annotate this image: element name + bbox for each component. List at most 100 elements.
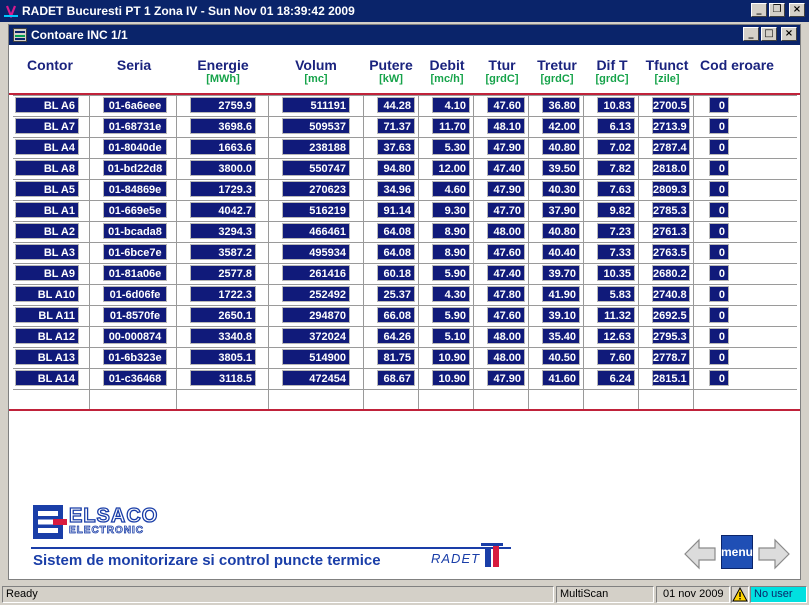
table-row[interactable]: BL A4 01-8040de 1663.6 238188 37.63 5.30 47.90…: [9, 137, 800, 158]
table-cell: BL A8: [15, 160, 79, 176]
table-cell: 4.10: [432, 97, 470, 113]
child-close-button[interactable]: ×: [781, 27, 797, 41]
table-cell: 294870: [282, 307, 350, 323]
table-cell: 39.70: [542, 265, 580, 281]
table-cell: 10.90: [432, 349, 470, 365]
table-row[interactable]: BL A2 01-bcada8 3294.3 466461 64.08 8.90 48.00…: [9, 221, 800, 242]
table-cell: 1729.3: [190, 181, 256, 197]
table-cell: 91.14: [377, 202, 415, 218]
table-cell: 2577.8: [190, 265, 256, 281]
table-cell: BL A13: [15, 349, 79, 365]
app-title-bar[interactable]: RADET Bucuresti PT 1 Zona IV - Sun Nov 0…: [0, 0, 809, 22]
table-cell: 12.63: [597, 328, 635, 344]
table-cell: 25.37: [377, 286, 415, 302]
table-bottom-divider: [9, 409, 800, 411]
table-cell: BL A1: [15, 202, 79, 218]
menu-button[interactable]: menu: [721, 535, 753, 569]
arrow-right-icon[interactable]: [757, 537, 791, 571]
status-bar: Ready MultiScan 01 nov 2009 No user: [0, 584, 809, 605]
column-header-unit: [mc/h]: [430, 73, 464, 85]
table-cell: 64.08: [377, 244, 415, 260]
table-cell: 0: [709, 328, 729, 344]
table-row[interactable]: BL A5 01-84869e 1729.3 270623 34.96 4.60 47.90…: [9, 179, 800, 200]
table-cell: 9.82: [597, 202, 635, 218]
table-row[interactable]: BL A12 00-000874 3340.8 372024 64.26 5.10 48.0…: [9, 326, 800, 347]
table-cell: 40.80: [542, 223, 580, 239]
table-cell: 01-84869e: [103, 181, 167, 197]
table-cell: 0: [709, 265, 729, 281]
table-cell: 3340.8: [190, 328, 256, 344]
table-cell: 11.70: [432, 118, 470, 134]
table-cell: BL A2: [15, 223, 79, 239]
table-cell: 252492: [282, 286, 350, 302]
table-cell: 47.60: [487, 97, 525, 113]
table-cell: 2650.1: [190, 307, 256, 323]
warning-icon: [731, 586, 749, 603]
table-cell: 42.00: [542, 118, 580, 134]
table-cell: 44.28: [377, 97, 415, 113]
child-window-controls: _ □ ×: [743, 27, 797, 41]
table-cell: BL A10: [15, 286, 79, 302]
table-cell: 01-bd22d8: [103, 160, 167, 176]
status-mode: MultiScan: [556, 586, 654, 603]
table-row[interactable]: BL A3 01-6bce7e 3587.2 495934 64.08 8.90 47.60…: [9, 242, 800, 263]
table-cell: 01-6d06fe: [103, 286, 167, 302]
table-cell: 516219: [282, 202, 350, 218]
table-cell: 81.75: [377, 349, 415, 365]
column-header-unit: [MWh]: [206, 73, 240, 85]
child-minimize-button[interactable]: _: [743, 27, 759, 41]
table-row[interactable]: BL A10 01-6d06fe 1722.3 252492 25.37 4.30 47.8…: [9, 284, 800, 305]
table-row[interactable]: BL A1 01-669e5e 4042.7 516219 91.14 9.30 47.70…: [9, 200, 800, 221]
table-cell: 60.18: [377, 265, 415, 281]
table-cell: 7.33: [597, 244, 635, 260]
table-cell: 7.23: [597, 223, 635, 239]
contoare-title-bar[interactable]: Contoare INC 1/1 _ □ ×: [9, 25, 800, 45]
column-header: Tfunct [zile]: [639, 57, 695, 86]
table-cell: BL A7: [15, 118, 79, 134]
table-cell: 48.00: [487, 349, 525, 365]
column-header: Cod eroare: [695, 57, 779, 73]
table-row[interactable]: BL A13 01-6b323e 3805.1 514900 81.75 10.90 48.…: [9, 347, 800, 368]
table-row[interactable]: BL A6 01-6a6eee 2759.9 511191 44.28 4.10 47.60…: [9, 95, 800, 116]
table-cell: 41.60: [542, 370, 580, 386]
table-cell: 10.90: [432, 370, 470, 386]
table-cell: 47.40: [487, 160, 525, 176]
table-row[interactable]: BL A9 01-81a06e 2577.8 261416 60.18 5.90 47.40…: [9, 263, 800, 284]
table-cell: 3294.3: [190, 223, 256, 239]
minimize-button[interactable]: _: [751, 3, 767, 17]
status-user: No user: [750, 586, 807, 603]
table-cell: 01-68731e: [103, 118, 167, 134]
table-cell: 3698.6: [190, 118, 256, 134]
table-cell: 48.00: [487, 223, 525, 239]
table-cell: 6.24: [597, 370, 635, 386]
column-header: Seria: [91, 57, 177, 73]
contoare-window: Contoare INC 1/1 _ □ × Contor Seria Energi…: [8, 24, 801, 580]
table-cell: 5.83: [597, 286, 635, 302]
column-header-label: Contor: [27, 57, 73, 73]
arrow-left-icon[interactable]: [683, 537, 717, 571]
table-row[interactable]: BL A11 01-8570fe 2650.1 294870 66.08 5.90 47.6…: [9, 305, 800, 326]
app-title: RADET Bucuresti PT 1 Zona IV - Sun Nov 0…: [22, 4, 355, 18]
table-row[interactable]: BL A14 01-c36468 3118.5 472454 68.67 10.90 47.…: [9, 368, 800, 389]
table-cell: 48.10: [487, 118, 525, 134]
table-cell: BL A14: [15, 370, 79, 386]
table-row[interactable]: BL A7 01-68731e 3698.6 509537 71.37 11.70 48.1…: [9, 116, 800, 137]
table-cell: 34.96: [377, 181, 415, 197]
column-header-unit: [zile]: [654, 73, 680, 85]
column-header-unit: [mc]: [304, 73, 328, 85]
table-cell: 47.40: [487, 265, 525, 281]
restore-button[interactable]: ❒: [769, 3, 785, 17]
elsaco-logo: ELSACO ELECTRONIC: [33, 503, 173, 548]
table-cell: 0: [709, 349, 729, 365]
tagline: Sistem de monitorizare si control puncte…: [33, 552, 381, 569]
close-button[interactable]: ×: [789, 3, 805, 17]
table-cell: 1722.3: [190, 286, 256, 302]
table-cell: 39.10: [542, 307, 580, 323]
elsaco-logo-subtext: ELECTRONIC: [69, 525, 144, 537]
column-header: Dif T [grdC]: [585, 57, 639, 86]
child-maximize-button[interactable]: □: [761, 27, 777, 41]
table-cell: 37.90: [542, 202, 580, 218]
table-cell: 48.00: [487, 328, 525, 344]
table-cell: 47.80: [487, 286, 525, 302]
table-row[interactable]: BL A8 01-bd22d8 3800.0 550747 94.80 12.00 47.4…: [9, 158, 800, 179]
